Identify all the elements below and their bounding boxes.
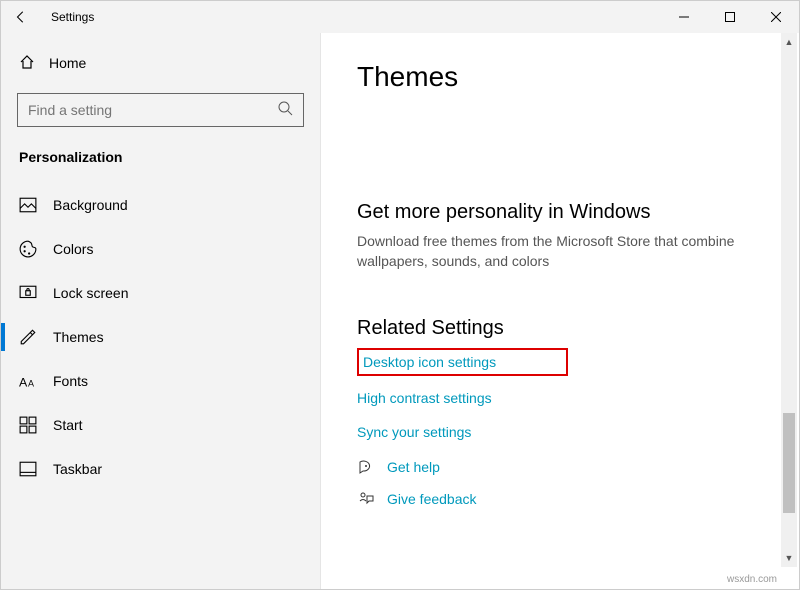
sidebar-item-lock-screen[interactable]: Lock screen: [1, 271, 320, 315]
sidebar-item-label: Start: [53, 417, 83, 433]
window-title: Settings: [51, 10, 94, 24]
svg-text:A: A: [28, 379, 34, 389]
watermark: wsxdn.com: [727, 574, 777, 585]
sidebar-item-themes[interactable]: Themes: [1, 315, 320, 359]
sidebar-item-label: Fonts: [53, 373, 88, 389]
scroll-up-icon[interactable]: ▲: [781, 33, 797, 51]
home-button[interactable]: Home: [1, 43, 320, 83]
sidebar-item-label: Background: [53, 197, 128, 213]
scroll-down-icon[interactable]: ▼: [781, 549, 797, 567]
get-help-label: Get help: [387, 459, 440, 475]
lock-screen-icon: [19, 284, 37, 302]
help-icon: [357, 458, 375, 476]
sidebar-item-label: Themes: [53, 329, 104, 345]
personality-text: Download free themes from the Microsoft …: [357, 232, 737, 271]
sidebar-item-start[interactable]: Start: [1, 403, 320, 447]
image-icon: [19, 196, 37, 214]
svg-text:A: A: [19, 376, 28, 390]
window-buttons: [661, 1, 799, 33]
search-input[interactable]: [28, 102, 277, 118]
start-icon: [19, 416, 37, 434]
minimize-button[interactable]: [661, 1, 707, 33]
sidebar-item-taskbar[interactable]: Taskbar: [1, 447, 320, 491]
home-label: Home: [49, 55, 86, 71]
scroll-thumb[interactable]: [783, 413, 795, 513]
taskbar-icon: [19, 460, 37, 478]
fonts-icon: AA: [19, 372, 37, 390]
give-feedback-label: Give feedback: [387, 491, 477, 507]
personality-heading: Get more personality in Windows: [357, 201, 799, 224]
search-icon: [277, 100, 293, 121]
back-button[interactable]: [1, 1, 41, 33]
get-help-row[interactable]: Get help: [357, 458, 799, 476]
sidebar-item-colors[interactable]: Colors: [1, 227, 320, 271]
palette-icon: [19, 240, 37, 258]
sidebar-item-label: Taskbar: [53, 461, 102, 477]
titlebar: Settings: [1, 1, 799, 33]
feedback-icon: [357, 490, 375, 508]
related-heading: Related Settings: [357, 317, 799, 340]
link-sync-your-settings[interactable]: Sync your settings: [357, 424, 799, 440]
give-feedback-row[interactable]: Give feedback: [357, 490, 799, 508]
maximize-button[interactable]: [707, 1, 753, 33]
main-content: Themes Get more personality in Windows D…: [321, 33, 799, 589]
close-button[interactable]: [753, 1, 799, 33]
search-box[interactable]: [17, 93, 304, 127]
sidebar: Home Personalization Background Colors L…: [1, 33, 321, 589]
link-desktop-icon-settings[interactable]: Desktop icon settings: [357, 348, 568, 376]
page-title: Themes: [357, 61, 799, 93]
section-label: Personalization: [1, 141, 320, 183]
link-high-contrast-settings[interactable]: High contrast settings: [357, 390, 799, 406]
container: Home Personalization Background Colors L…: [1, 33, 799, 589]
themes-icon: [19, 328, 37, 346]
scrollbar[interactable]: ▲ ▼: [781, 33, 797, 567]
sidebar-item-label: Lock screen: [53, 285, 128, 301]
home-icon: [19, 54, 35, 73]
sidebar-item-fonts[interactable]: AA Fonts: [1, 359, 320, 403]
sidebar-item-background[interactable]: Background: [1, 183, 320, 227]
sidebar-item-label: Colors: [53, 241, 93, 257]
